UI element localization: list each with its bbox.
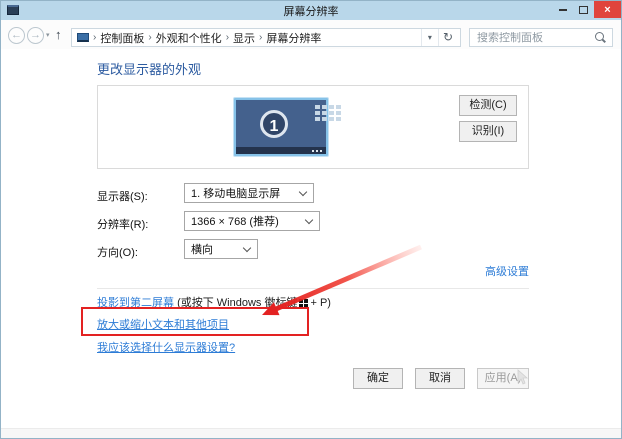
maximize-icon bbox=[579, 6, 588, 14]
display-icon bbox=[77, 33, 89, 42]
search-icon[interactable] bbox=[593, 31, 607, 45]
choose-link-row: 我应该选择什么显示器设置? bbox=[97, 339, 235, 355]
resolution-field-label: 分辨率(R): bbox=[97, 216, 148, 232]
breadcrumb-item-display[interactable]: 显示 bbox=[233, 30, 255, 46]
project-suffix-text: (或按下 Windows 徽标键+ P) bbox=[177, 297, 331, 309]
breadcrumb-item-control-panel[interactable]: 控制面板 bbox=[100, 30, 144, 46]
orientation-select-value: 横向 bbox=[191, 241, 213, 257]
cancel-button[interactable]: 取消 bbox=[415, 368, 465, 389]
forward-button[interactable]: → bbox=[27, 27, 44, 44]
display-select[interactable]: 1. 移动电脑显示屏 bbox=[184, 183, 314, 203]
maximize-button[interactable] bbox=[573, 1, 594, 18]
breadcrumb-separator[interactable]: › bbox=[144, 32, 155, 43]
page-title: 更改显示器的外观 bbox=[97, 59, 201, 78]
back-button[interactable]: ← bbox=[8, 27, 25, 44]
chevron-down-icon bbox=[299, 187, 307, 195]
chevron-down-icon bbox=[305, 215, 313, 223]
which-settings-link[interactable]: 我应该选择什么显示器设置? bbox=[97, 342, 235, 354]
orientation-field-label: 方向(O): bbox=[97, 244, 138, 260]
window-title: 屏幕分辨率 bbox=[1, 3, 621, 19]
windows-logo-icon bbox=[299, 299, 308, 307]
window-controls: × bbox=[552, 1, 621, 18]
make-text-larger-link[interactable]: 放大或缩小文本和其他项目 bbox=[97, 319, 229, 331]
resolution-select-value: 1366 × 768 (推荐) bbox=[191, 213, 279, 229]
breadcrumb-item-screen-resolution[interactable]: 屏幕分辨率 bbox=[266, 30, 321, 46]
orientation-select[interactable]: 横向 bbox=[184, 239, 258, 259]
divider bbox=[97, 288, 529, 289]
breadcrumb-separator[interactable]: › bbox=[222, 32, 233, 43]
apply-button[interactable]: 应用(A) bbox=[477, 368, 529, 389]
display-preview-panel: 1 检测(C) 识别(I) bbox=[97, 85, 529, 169]
resolution-select[interactable]: 1366 × 768 (推荐) bbox=[184, 211, 320, 231]
search-box bbox=[469, 28, 613, 47]
forward-icon: → bbox=[30, 29, 41, 41]
resize-link-row: 放大或缩小文本和其他项目 bbox=[97, 316, 229, 332]
minimize-button[interactable] bbox=[552, 1, 573, 18]
address-dropdown-icon[interactable]: ▾ bbox=[421, 29, 438, 46]
toolbar: ← → ▾ ↑ › 控制面板 › 外观和个性化 › 显示 › 屏幕分辨率 ▾ ↻ bbox=[1, 20, 621, 49]
refresh-icon[interactable]: ↻ bbox=[438, 29, 460, 46]
monitor-preview[interactable]: 1 bbox=[234, 98, 328, 156]
display-select-value: 1. 移动电脑显示屏 bbox=[191, 185, 280, 201]
chevron-down-icon bbox=[243, 243, 251, 251]
search-input[interactable] bbox=[470, 32, 593, 44]
project-second-screen-link[interactable]: 投影到第二屏幕 bbox=[97, 297, 174, 309]
titlebar: 屏幕分辨率 × bbox=[1, 1, 621, 20]
breadcrumb-item-appearance[interactable]: 外观和个性化 bbox=[156, 30, 222, 46]
close-button[interactable]: × bbox=[594, 1, 621, 18]
monitor-taskbar bbox=[236, 147, 326, 154]
up-icon: ↑ bbox=[55, 27, 62, 42]
start-screen-tiles-icon bbox=[315, 105, 320, 109]
close-icon: × bbox=[604, 4, 610, 16]
breadcrumb-separator[interactable]: › bbox=[255, 32, 266, 43]
screen-resolution-window: 屏幕分辨率 × ← → ▾ ↑ › 控制面板 › 外观和个性化 › 显示 › 屏… bbox=[0, 0, 622, 439]
advanced-settings-link[interactable]: 高级设置 bbox=[485, 266, 529, 278]
taskbar-dots-icon bbox=[320, 150, 322, 152]
project-link-row: 投影到第二屏幕 (或按下 Windows 徽标键+ P) bbox=[97, 294, 331, 310]
breadcrumb-separator[interactable]: › bbox=[89, 32, 100, 43]
detect-button[interactable]: 检测(C) bbox=[459, 95, 517, 116]
recent-pages-dropdown[interactable]: ▾ bbox=[46, 31, 50, 39]
back-icon: ← bbox=[11, 29, 22, 41]
ok-button[interactable]: 确定 bbox=[353, 368, 403, 389]
advanced-settings-container: 高级设置 bbox=[97, 263, 529, 279]
up-button[interactable]: ↑ bbox=[55, 27, 62, 42]
display-field-label: 显示器(S): bbox=[97, 188, 148, 204]
monitor-number-badge: 1 bbox=[260, 110, 288, 138]
window-bottom-edge bbox=[1, 428, 621, 439]
identify-button[interactable]: 识别(I) bbox=[459, 121, 517, 142]
address-bar[interactable]: › 控制面板 › 外观和个性化 › 显示 › 屏幕分辨率 ▾ ↻ bbox=[71, 28, 461, 47]
minimize-icon bbox=[559, 9, 567, 11]
